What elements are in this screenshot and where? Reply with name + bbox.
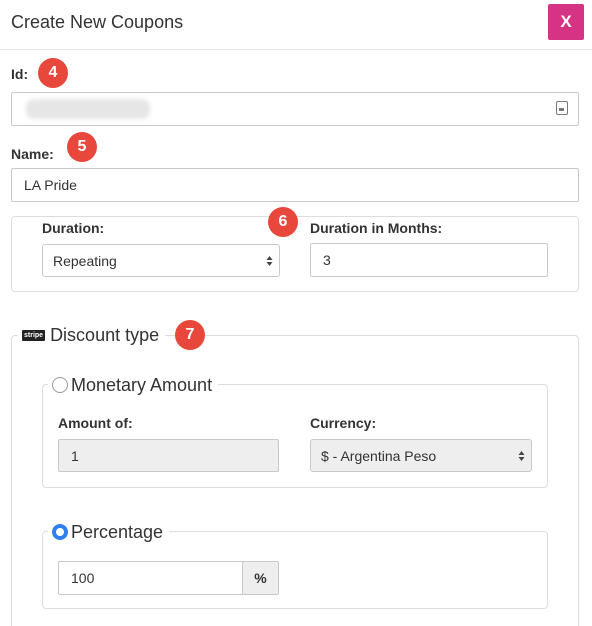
amount-value: 1 — [71, 447, 79, 464]
duration-selected: Repeating — [53, 252, 117, 269]
monetary-panel — [42, 384, 548, 488]
monetary-radio[interactable] — [52, 377, 68, 393]
duration-select[interactable]: Repeating — [42, 244, 280, 277]
percentage-value: 100 — [71, 570, 95, 586]
discount-type-legend: stripe Discount type — [18, 322, 166, 348]
modal-title: Create New Coupons — [11, 12, 184, 32]
percentage-label: Percentage — [71, 521, 164, 542]
name-field[interactable]: LA Pride — [11, 168, 579, 202]
modal-header: Create New Coupons X — [0, 0, 592, 50]
percentage-legend: Percentage — [48, 520, 170, 544]
id-label: Id: — [11, 66, 29, 82]
currency-selected: $ - Argentina Peso — [321, 447, 437, 464]
amount-field[interactable]: 1 — [58, 439, 279, 472]
duration-months-value: 3 — [323, 252, 331, 268]
select-arrows-icon — [518, 450, 525, 461]
select-arrows-icon — [266, 255, 273, 266]
close-button[interactable]: X — [548, 4, 584, 40]
redacted-id — [26, 99, 150, 119]
duration-months-label: Duration in Months: — [310, 220, 443, 236]
duration-months-field[interactable]: 3 — [310, 243, 548, 277]
step-badge-7: 7 — [175, 320, 205, 350]
id-card-icon — [556, 101, 568, 115]
monetary-label: Monetary Amount — [71, 374, 213, 395]
amount-label: Amount of: — [58, 415, 133, 431]
discount-type-title: Discount type — [50, 324, 160, 345]
step-badge-6: 6 — [268, 207, 298, 237]
monetary-legend: Monetary Amount — [48, 373, 219, 397]
step-badge-5: 5 — [67, 132, 97, 162]
percent-addon: % — [243, 561, 279, 595]
currency-select[interactable]: $ - Argentina Peso — [310, 439, 532, 472]
step-badge-4: 4 — [38, 58, 68, 88]
stripe-logo: stripe — [22, 329, 46, 341]
name-value: LA Pride — [24, 177, 77, 193]
percentage-radio[interactable] — [52, 524, 68, 540]
currency-label: Currency: — [310, 415, 377, 431]
duration-label: Duration: — [42, 220, 105, 236]
name-label: Name: — [11, 146, 54, 162]
percentage-field[interactable]: 100 — [58, 561, 243, 595]
